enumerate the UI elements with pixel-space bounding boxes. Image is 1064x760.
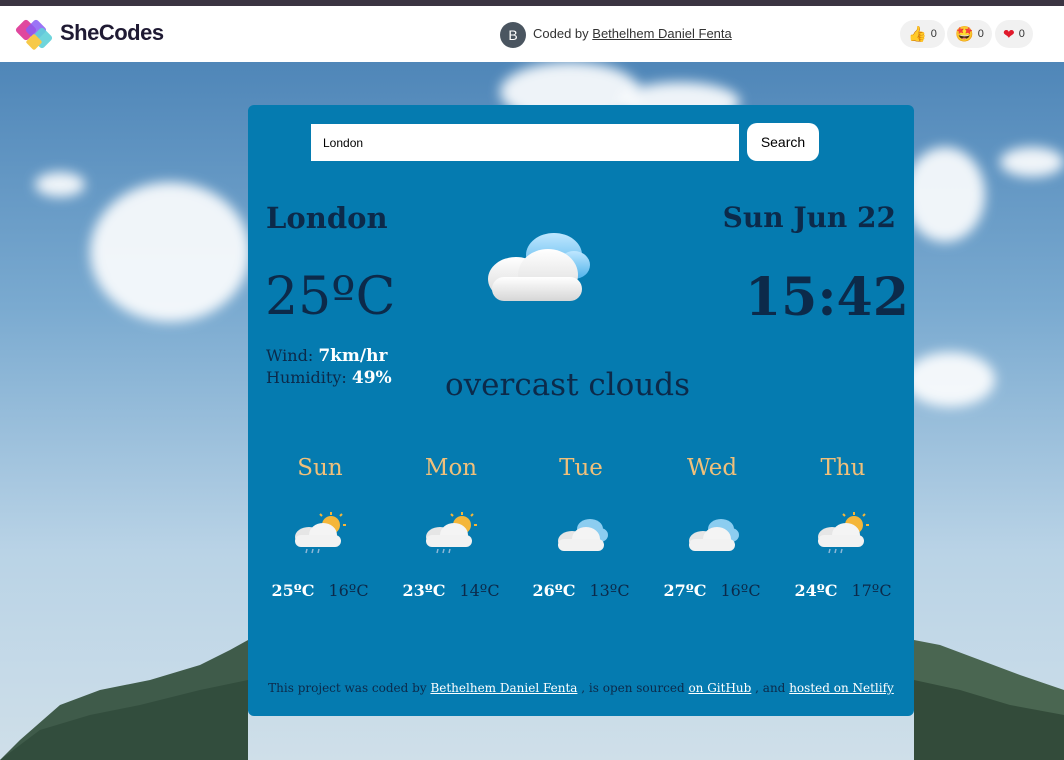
current-temperature: 25ºC — [265, 267, 396, 327]
sun-cloud-rain-icon — [295, 512, 346, 554]
humidity-value: 49% — [351, 368, 392, 388]
forecast-day-name: Tue — [559, 455, 603, 481]
netlify-link[interactable]: hosted on Netlify — [789, 681, 894, 695]
reaction-count: 0 — [1018, 28, 1025, 40]
forecast-temps: 24ºC 17ºC — [778, 581, 908, 600]
reaction-count: 0 — [930, 28, 937, 40]
forecast-max: 25ºC — [271, 581, 315, 600]
forecast-min: 14ºC — [459, 581, 500, 600]
weather-app-card: Search London 25ºC Wind: 7km/hr Humidity… — [248, 105, 914, 716]
avatar: B — [500, 22, 526, 48]
current-date: Sun Jun 22 — [722, 201, 896, 234]
bg-cloud — [905, 147, 985, 242]
forecast-min: 16ºC — [328, 581, 369, 600]
reaction-heart-button[interactable]: ❤ 0 — [995, 20, 1033, 48]
github-link[interactable]: on GitHub — [688, 681, 751, 695]
wind-label: Wind: — [266, 346, 314, 365]
bg-cloud — [35, 172, 85, 197]
forecast-day: Tue 26ºC 13ºC — [516, 455, 646, 600]
footer-author-link[interactable]: Bethelhem Daniel Fenta — [430, 681, 577, 695]
search-button[interactable]: Search — [747, 123, 819, 161]
cloud-icon — [558, 519, 608, 551]
forecast-temps: 23ºC 14ºC — [386, 581, 516, 600]
forecast-max: 24ºC — [794, 581, 838, 600]
forecast-temps: 25ºC 16ºC — [255, 581, 385, 600]
forecast-min: 13ºC — [589, 581, 630, 600]
conditions: Wind: 7km/hr Humidity: 49% — [266, 345, 392, 389]
bg-cloud — [90, 182, 250, 322]
author-link[interactable]: Bethelhem Daniel Fenta — [592, 26, 731, 41]
city-name: London — [266, 201, 388, 235]
forecast-max: 23ºC — [402, 581, 446, 600]
city-search-input[interactable] — [311, 124, 739, 161]
wind-value: 7km/hr — [318, 346, 388, 366]
forecast-day: Sun 25ºC 16ºC — [255, 455, 385, 600]
coded-by-text: Coded by Bethelhem Daniel Fenta — [533, 26, 732, 41]
coded-by-label: Coded by — [533, 26, 589, 41]
forecast-temps: 26ºC 13ºC — [516, 581, 646, 600]
forecast-row: Sun 25ºC 16ºC Mon 23ºC 14ºC Tue 26ºC 13º… — [248, 455, 914, 625]
shecodes-logo-icon[interactable] — [14, 16, 58, 54]
heart-icon: ❤ — [1003, 25, 1015, 42]
forecast-day-name: Wed — [686, 455, 738, 481]
forecast-day: Wed 27ºC 16ºC — [647, 455, 777, 600]
forecast-min: 17ºC — [851, 581, 892, 600]
reaction-count: 0 — [977, 28, 984, 40]
humidity-label: Humidity: — [266, 368, 347, 387]
forecast-min: 16ºC — [720, 581, 761, 600]
sun-cloud-rain-icon — [818, 512, 869, 554]
forecast-max: 26ºC — [532, 581, 576, 600]
sun-cloud-rain-icon — [426, 512, 477, 554]
shecodes-header: SheCodes B Coded by Bethelhem Daniel Fen… — [0, 6, 1064, 62]
footer-text: This project was coded by Bethelhem Dani… — [248, 681, 914, 695]
thumbs-up-icon: 👍 — [908, 26, 927, 43]
reaction-thumbs-up-button[interactable]: 👍 0 — [900, 20, 945, 48]
cloud-icon — [488, 233, 590, 301]
reaction-star-struck-button[interactable]: 🤩 0 — [947, 20, 992, 48]
bg-cloud — [905, 352, 995, 407]
forecast-day: Thu 24ºC 17ºC — [778, 455, 908, 600]
footer-text-3: , and — [755, 681, 786, 695]
cloud-icon — [689, 519, 739, 551]
current-time: 15:42 — [745, 267, 909, 328]
forecast-day-name: Thu — [820, 455, 866, 481]
forecast-max: 27ºC — [663, 581, 707, 600]
brand-name[interactable]: SheCodes — [60, 20, 164, 46]
footer-text-2: , is open sourced — [581, 681, 685, 695]
star-struck-icon: 🤩 — [955, 26, 974, 43]
footer-text-1: This project was coded by — [268, 681, 427, 695]
weather-description: overcast clouds — [445, 367, 691, 403]
forecast-day: Mon 23ºC 14ºC — [386, 455, 516, 600]
forecast-day-name: Sun — [297, 455, 343, 481]
forecast-day-name: Mon — [424, 455, 478, 481]
bg-cloud — [1000, 147, 1064, 177]
forecast-temps: 27ºC 16ºC — [647, 581, 777, 600]
